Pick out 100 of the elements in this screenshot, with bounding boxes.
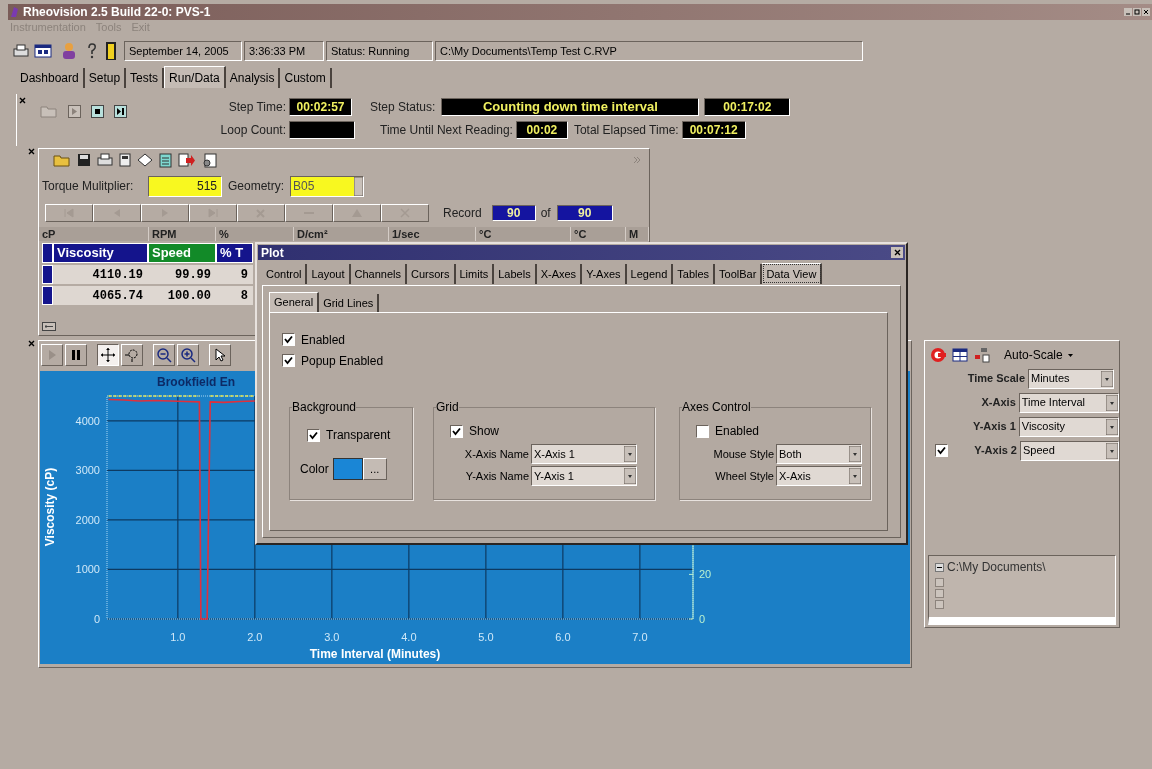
nav-button[interactable]: [189, 204, 237, 222]
zoom-in-icon: [180, 347, 196, 363]
step-icon[interactable]: [114, 104, 127, 118]
dropdown[interactable]: B05: [290, 175, 364, 197]
nav-button[interactable]: [237, 204, 285, 222]
column-header: % T: [216, 243, 253, 263]
record-field: 90: [556, 205, 613, 221]
chart-title: Brookfield En: [157, 375, 235, 389]
tick-label: 20: [699, 568, 712, 581]
browse-button[interactable]: ...: [362, 458, 387, 480]
window-icon[interactable]: [34, 43, 52, 59]
tab[interactable]: Setup: [84, 68, 127, 88]
tab[interactable]: Data View: [762, 263, 823, 284]
tab[interactable]: General: [269, 292, 320, 312]
folder-icon[interactable]: [53, 153, 71, 167]
checkbox[interactable]: [696, 424, 709, 438]
tab[interactable]: Tables: [673, 264, 716, 284]
tab[interactable]: Legend: [626, 264, 674, 284]
export-icon[interactable]: [178, 152, 196, 168]
field-label: Y-Axis 1: [971, 419, 1017, 435]
nav-button[interactable]: [333, 204, 381, 222]
field-label: Record: [443, 205, 482, 222]
close-icon[interactable]: [28, 340, 35, 347]
column-unit: D/cm²: [294, 227, 389, 241]
nav-button[interactable]: [141, 204, 189, 222]
checkbox-label: Enabled: [301, 331, 346, 349]
tick-label: 7.0: [632, 631, 648, 643]
column-unit: cP: [39, 227, 149, 241]
scroll-button-icon[interactable]: [42, 322, 56, 331]
input-field[interactable]: 515: [148, 175, 222, 197]
field-label: Total Elapsed Time:: [573, 122, 679, 139]
stop-icon[interactable]: [91, 104, 104, 118]
tab[interactable]: Analysis: [225, 68, 281, 88]
autoscale-button[interactable]: Auto-Scale: [1004, 346, 1073, 364]
close-button[interactable]: [891, 247, 903, 258]
maximize-icon[interactable]: [1133, 8, 1141, 16]
column-unit: M: [626, 227, 649, 241]
tab[interactable]: Labels: [494, 264, 537, 284]
caret-icon: [1067, 353, 1073, 357]
document-icon[interactable]: [202, 152, 217, 168]
loop-count-display: [289, 121, 355, 139]
checkbox[interactable]: [935, 444, 948, 457]
tab[interactable]: Control: [262, 264, 308, 284]
dropdown[interactable]: Speed: [1020, 440, 1119, 461]
dropdown[interactable]: Minutes: [1028, 368, 1114, 389]
field-label: Y-Axis Name: [464, 468, 530, 484]
dropdown[interactable]: X-Axis 1: [531, 444, 637, 464]
nav-button[interactable]: [381, 204, 429, 222]
checkbox[interactable]: [282, 333, 295, 346]
caret-icon: [1106, 442, 1118, 459]
tree-item[interactable]: C:\My Documents\: [947, 558, 1046, 576]
close-icon[interactable]: [28, 148, 35, 155]
dropdown[interactable]: Y-Axis 1: [531, 466, 637, 486]
tab[interactable]: Custom: [280, 68, 332, 88]
door-icon[interactable]: [106, 42, 116, 60]
column-unit: RPM: [149, 227, 216, 241]
calculator-icon[interactable]: [119, 153, 131, 167]
dropdown[interactable]: Both: [776, 444, 862, 464]
nav-button[interactable]: [93, 204, 141, 222]
color-swatch[interactable]: [332, 458, 363, 480]
close-icon[interactable]: [19, 97, 26, 104]
collapse-icon[interactable]: [935, 562, 944, 572]
checkbox[interactable]: [307, 428, 320, 442]
dropdown[interactable]: X-Axis: [776, 466, 862, 486]
tab[interactable]: Cursors: [407, 264, 456, 284]
people-icon[interactable]: [60, 42, 78, 60]
tab[interactable]: Layout: [307, 264, 351, 284]
tick-label: 0: [699, 613, 706, 625]
checkbox[interactable]: [282, 354, 295, 367]
printer-icon[interactable]: [12, 43, 30, 59]
tab[interactable]: Channels: [350, 264, 407, 284]
tab[interactable]: Dashboard: [16, 68, 85, 88]
ring-icon[interactable]: [930, 347, 946, 363]
tree-icon[interactable]: [974, 347, 990, 363]
dropdown[interactable]: Viscosity: [1018, 416, 1119, 437]
checkbox[interactable]: [450, 424, 463, 438]
diamond-icon[interactable]: [137, 153, 153, 167]
nav-button[interactable]: [45, 204, 93, 222]
move-icon: [100, 347, 116, 363]
close-icon[interactable]: [1142, 8, 1150, 16]
notepad-icon[interactable]: [159, 152, 172, 168]
tick-label: 1000: [75, 563, 100, 576]
tab[interactable]: X-Axes: [536, 264, 583, 284]
dropdown[interactable]: Time Interval: [1018, 392, 1119, 413]
tick-label: 0: [93, 613, 100, 625]
tab[interactable]: Y-Axes: [582, 264, 627, 284]
minimize-icon[interactable]: [1124, 8, 1132, 16]
tab[interactable]: Run/Data: [164, 66, 226, 88]
table-cell: 4065.74: [53, 286, 148, 305]
tick-label: 5.0: [478, 631, 494, 643]
toolbar-button[interactable]: [97, 344, 119, 366]
printer-icon[interactable]: [97, 153, 113, 167]
save-icon[interactable]: [77, 153, 91, 167]
tab[interactable]: Grid Lines: [319, 294, 380, 312]
column-header: Viscosity: [53, 243, 148, 263]
nav-button[interactable]: [285, 204, 333, 222]
table-cell: 4110.19: [53, 265, 148, 284]
tab[interactable]: Limits: [455, 264, 495, 284]
help-icon[interactable]: [86, 43, 98, 59]
grid-icon[interactable]: [952, 348, 968, 362]
